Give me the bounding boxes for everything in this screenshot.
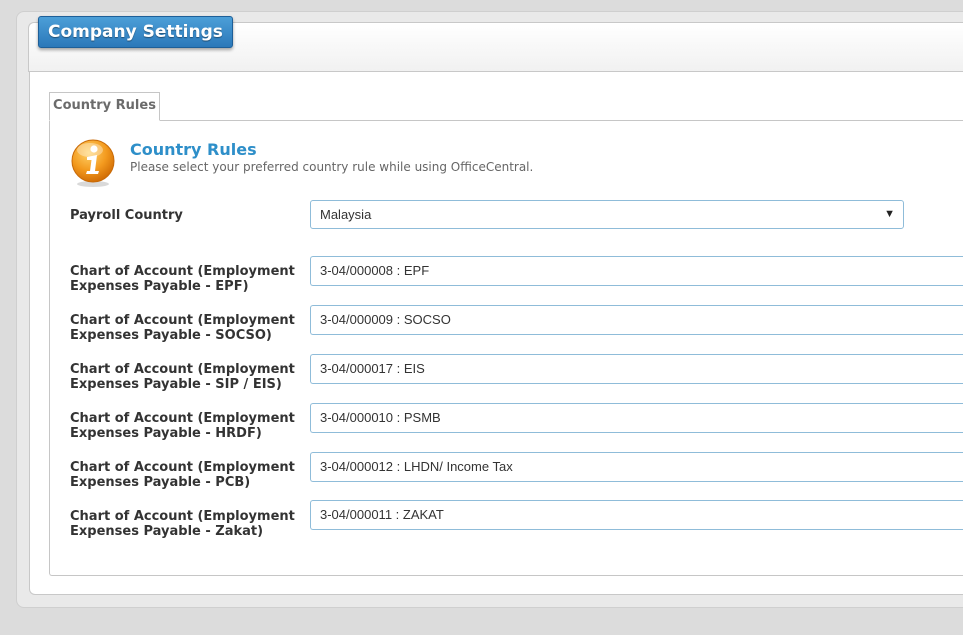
section-title: Country Rules bbox=[130, 140, 257, 159]
account-label-eis: Chart of Account (Employment Expenses Pa… bbox=[70, 362, 295, 392]
account-label-zakat: Chart of Account (Employment Expenses Pa… bbox=[70, 509, 295, 539]
account-field-epf[interactable]: 3-04/000008 : EPF bbox=[310, 256, 963, 286]
account-field-eis[interactable]: 3-04/000017 : EIS bbox=[310, 354, 963, 384]
page-title: Company Settings bbox=[38, 16, 233, 48]
account-label-hrdf: Chart of Account (Employment Expenses Pa… bbox=[70, 411, 295, 441]
dropdown-arrow-icon: ▼ bbox=[884, 208, 895, 220]
account-field-socso[interactable]: 3-04/000009 : SOCSO bbox=[310, 305, 963, 335]
account-field-zakat[interactable]: 3-04/000011 : ZAKAT bbox=[310, 500, 963, 530]
info-icon bbox=[71, 139, 115, 187]
payroll-country-select[interactable]: Malaysia ▼ bbox=[310, 200, 904, 229]
payroll-country-label: Payroll Country bbox=[70, 208, 183, 223]
account-label-epf: Chart of Account (Employment Expenses Pa… bbox=[70, 264, 295, 294]
account-field-hrdf[interactable]: 3-04/000010 : PSMB bbox=[310, 403, 963, 433]
payroll-country-value: Malaysia bbox=[320, 207, 372, 222]
account-field-pcb[interactable]: 3-04/000012 : LHDN/ Income Tax bbox=[310, 452, 963, 482]
section-description: Please select your preferred country rul… bbox=[130, 160, 534, 174]
account-label-pcb: Chart of Account (Employment Expenses Pa… bbox=[70, 460, 295, 490]
account-label-socso: Chart of Account (Employment Expenses Pa… bbox=[70, 313, 295, 343]
tab-country-rules[interactable]: Country Rules bbox=[49, 92, 160, 121]
